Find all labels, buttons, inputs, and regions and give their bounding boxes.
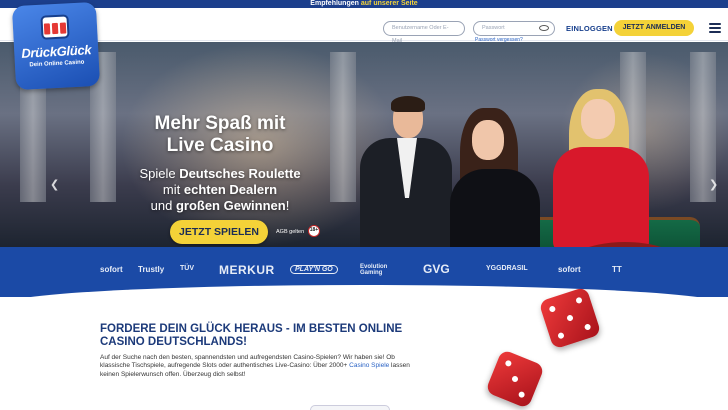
top-banner-prefix: Empfehlungen — [310, 0, 359, 7]
eye-icon[interactable] — [539, 25, 549, 31]
provider-logo-sofort-2: sofort — [558, 265, 581, 274]
bottom-tab[interactable] — [310, 405, 390, 410]
hero-title-line1: Mehr Spaß mit — [154, 113, 286, 134]
top-banner[interactable]: Empfehlungen auf unserer Seite — [0, 0, 728, 8]
hero-sub-bold: Deutsches Roulette — [179, 166, 301, 181]
provider-logo-yggdrasil: YGGDRASIL — [486, 265, 528, 272]
provider-logos-bar: sofort Trustly TÜV MERKUR PLAY'N GO Evol… — [0, 247, 728, 305]
hero-title-line2: Live Casino — [166, 135, 274, 156]
hero-sub-bold: großen Gewinnen — [175, 198, 286, 213]
provider-logo-tt: TT — [612, 265, 622, 274]
hamburger-menu-icon[interactable] — [709, 23, 721, 33]
hero-sub-text: Spiele — [139, 166, 180, 181]
password-input[interactable]: Passwort — [473, 21, 555, 36]
provider-logo-evolution: Evolution Gaming — [360, 264, 388, 276]
hero-subtitle: Spiele Deutsches Roulette mit echten Dea… — [120, 166, 320, 214]
register-button[interactable]: JETZT ANMELDEN — [614, 20, 694, 36]
provider-logo-playngo: PLAY'N GO — [290, 265, 338, 274]
provider-logo-trustly: Trustly — [138, 265, 165, 274]
password-placeholder: Passwort — [482, 25, 505, 31]
chevron-left-icon[interactable]: ❮ — [50, 178, 59, 191]
provider-logo-merkur: MERKUR — [219, 263, 275, 277]
provider-logo-sofort: sofort — [100, 265, 123, 274]
hero-sub-text: und — [150, 198, 176, 213]
terms-link[interactable]: AGB gelten — [276, 229, 304, 235]
login-button[interactable]: EINLOGGEN — [566, 24, 613, 33]
casino-games-link[interactable]: Casino Spiele — [349, 362, 389, 369]
logo-brand: DrückGlück — [20, 42, 92, 61]
provider-logo-tuv: TÜV — [180, 265, 194, 272]
age-restriction-badge: 18+ — [308, 225, 320, 237]
play-now-button[interactable]: JETZT SPIELEN — [170, 220, 268, 244]
dealer-woman-red-dress-illustration — [545, 87, 665, 247]
hero-sub-text: mit — [162, 182, 184, 197]
content-heading: FORDERE DEIN GLÜCK HERAUS - IM BESTEN ON… — [100, 323, 403, 348]
provider-logo-gvg: GVG — [423, 262, 450, 276]
hero-title: Mehr Spaß mit Live Casino — [120, 113, 320, 157]
hero-sub-bold: echten Dealern — [183, 182, 278, 197]
slot-machine-icon — [40, 14, 70, 40]
page: Empfehlungen auf unserer Seite Benutzern… — [0, 0, 728, 410]
chevron-right-icon[interactable]: ❯ — [709, 178, 718, 191]
hero-banner[interactable]: ❮ ❯ Mehr Spaß mit Live Casino Spiele Deu… — [0, 42, 728, 247]
username-input[interactable]: Benutzername Oder E-Mail — [383, 21, 465, 44]
dice-illustration — [485, 349, 545, 409]
site-logo[interactable]: DrückGlück Dein Online Casino — [11, 1, 101, 91]
top-banner-highlight: auf unserer Seite — [360, 0, 418, 7]
content-paragraph: Auf der Suche nach den besten, spannends… — [100, 354, 410, 379]
site-header: Benutzername Oder E-Mail Passwort Passwo… — [0, 8, 728, 44]
dealer-woman-illustration — [430, 108, 560, 247]
hero-sub-text: ! — [285, 198, 290, 213]
